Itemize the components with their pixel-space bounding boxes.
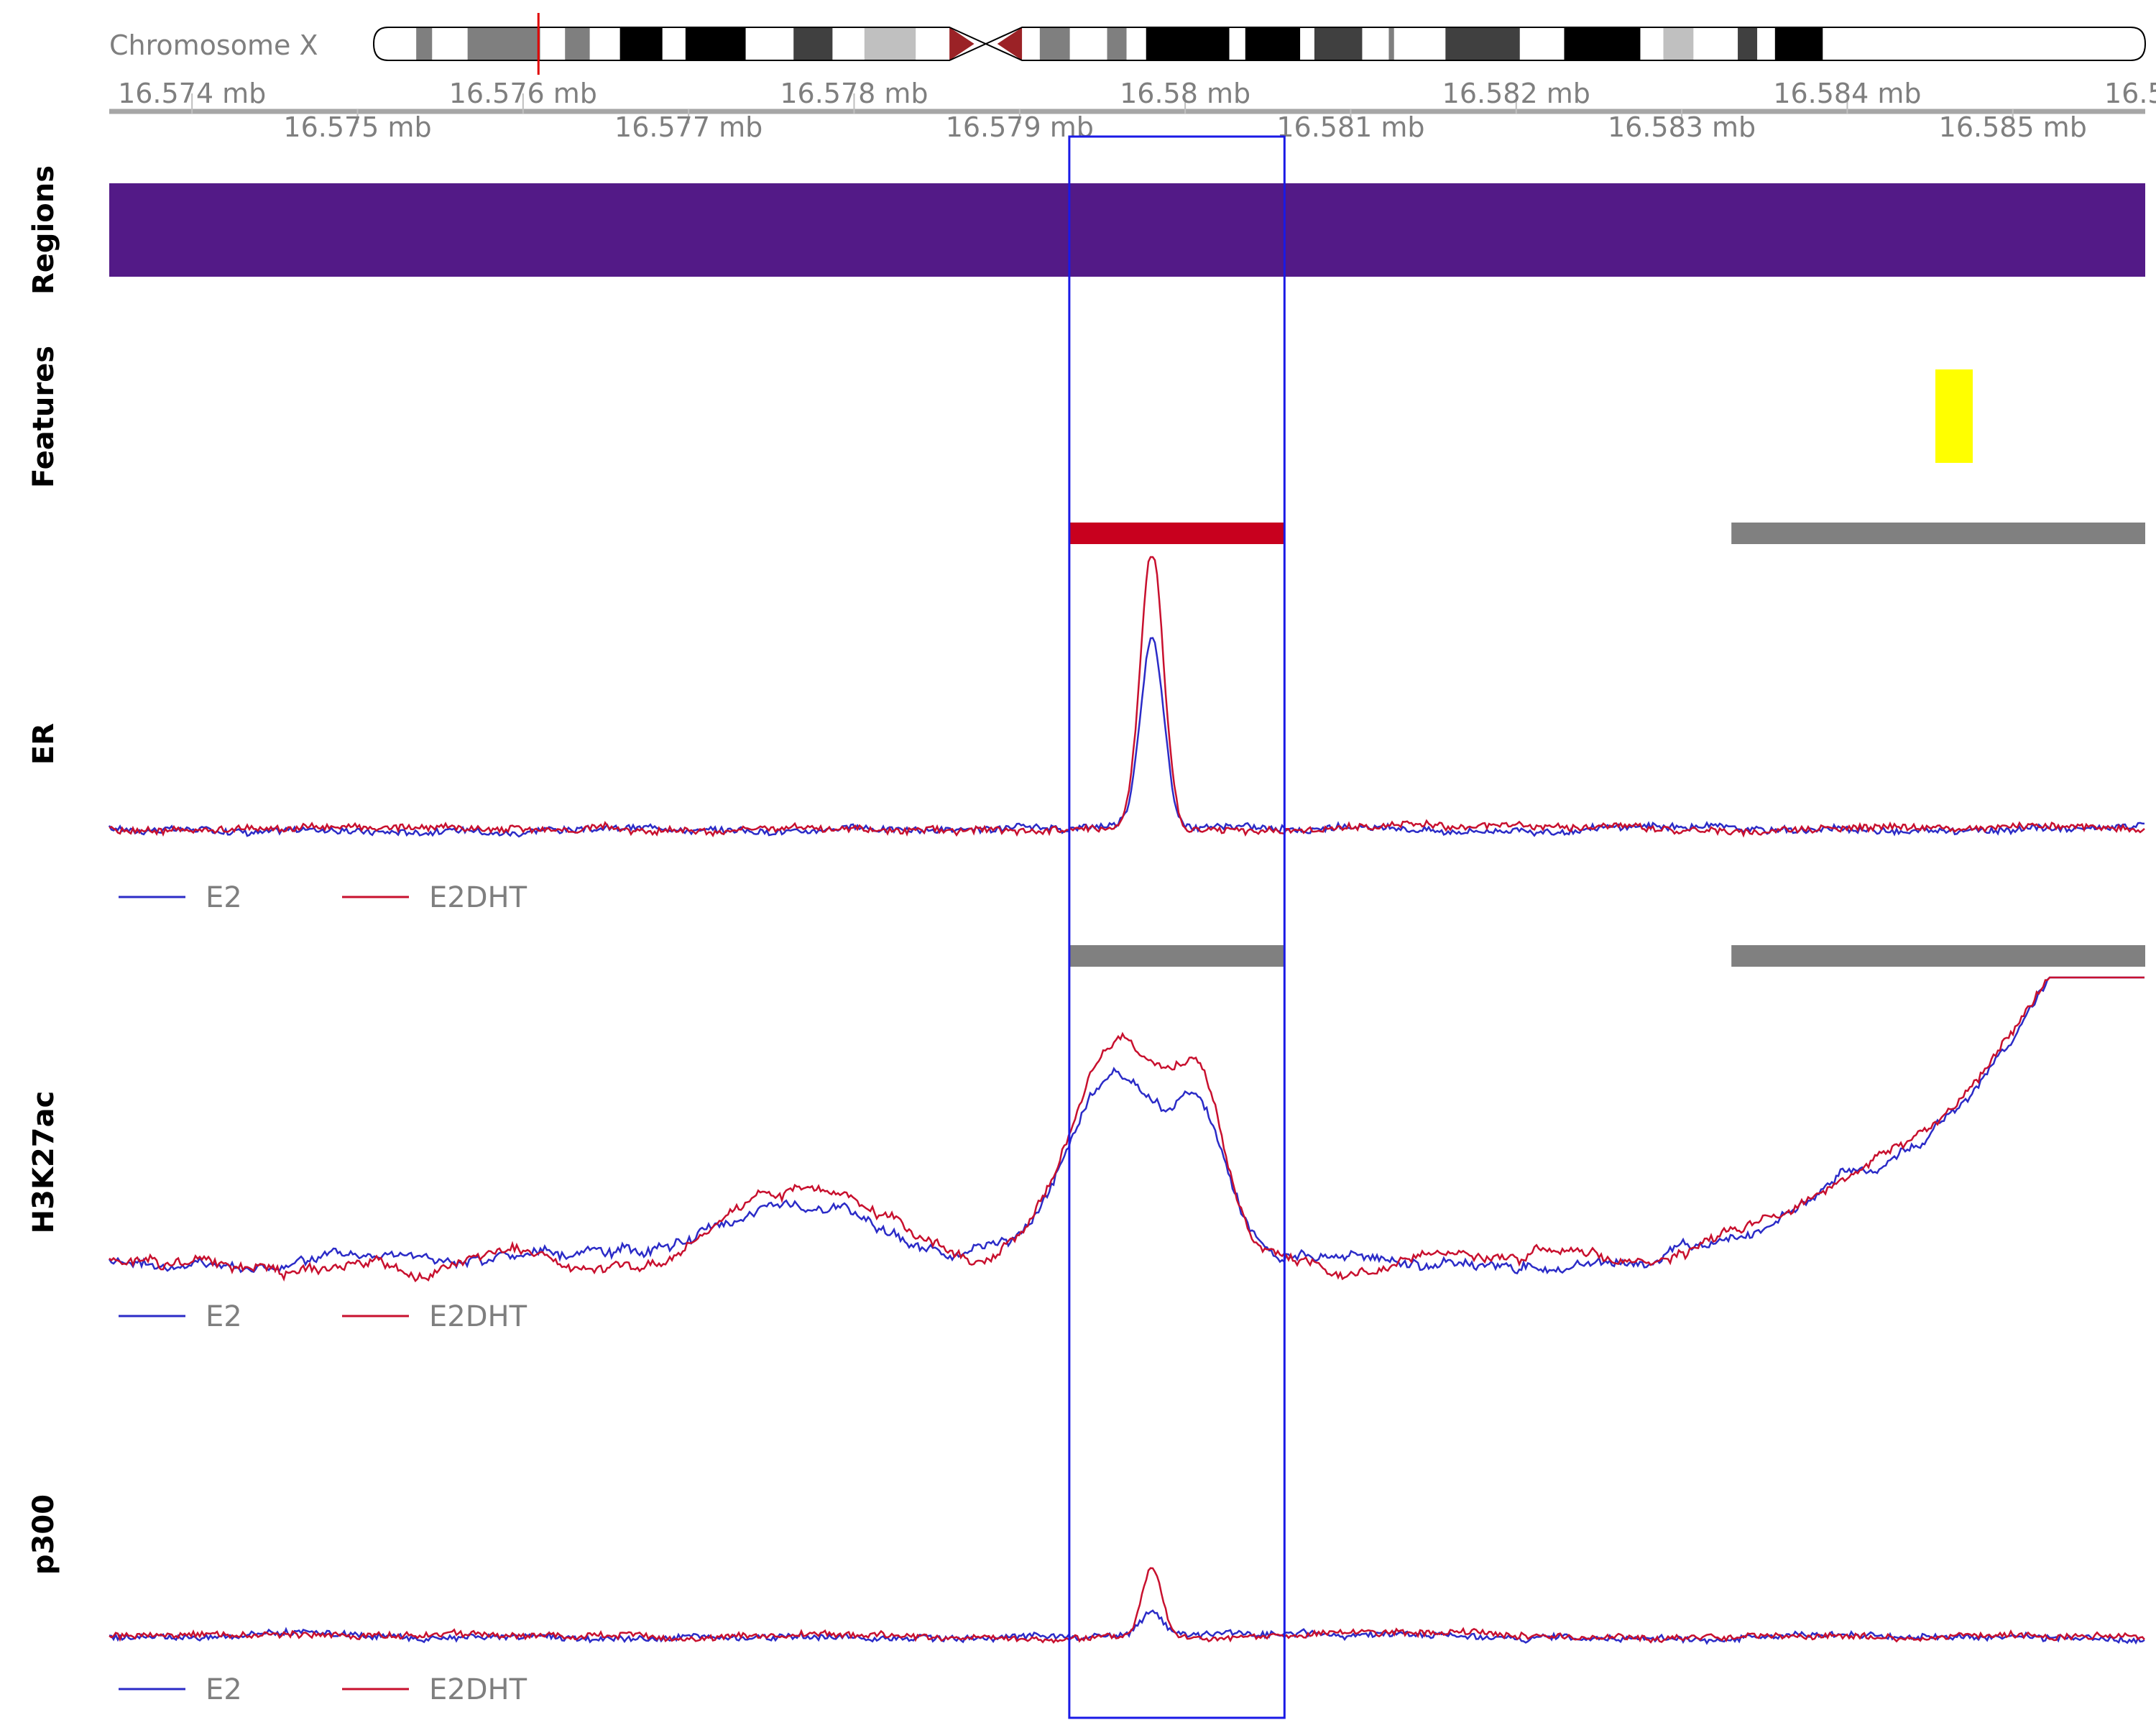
feature-interval — [1731, 523, 2145, 544]
ideogram-band — [1393, 27, 1446, 60]
legend-er: E2 E2DHT — [119, 881, 528, 914]
ideogram-band — [1362, 27, 1389, 60]
coverage-line-p300-e2 — [109, 1609, 2145, 1645]
track-annotation-bar — [1069, 945, 1285, 967]
ideogram-band — [1314, 27, 1363, 60]
axis-tick-label: 16.581 mb — [1276, 111, 1424, 143]
axis-tick-label: 16.586 mb — [2104, 78, 2156, 109]
chromosome-label: Chromosome X — [109, 29, 318, 61]
legend-h3k27ac: E2 E2DHT — [119, 1300, 528, 1333]
coverage-line-h3k27ac-e2 — [108, 976, 2145, 1275]
ideogram-band — [685, 27, 746, 60]
coverage-line-er-e2 — [108, 637, 2145, 838]
regions-track — [109, 183, 2145, 277]
ideogram-band — [1823, 27, 2145, 60]
coverage-line-er-e2dht — [109, 556, 2145, 838]
ideogram-band — [1564, 27, 1641, 60]
axis-tick-label: 16.585 mb — [1939, 111, 2087, 143]
axis-tick-label: 16.577 mb — [614, 111, 763, 143]
track-title-regions: Regions — [27, 165, 60, 295]
legend-p300: E2 E2DHT — [119, 1673, 528, 1706]
genome-axis: 16.574 mb 16.576 mb 16.578 mb 16.58 mb 16.58… — [109, 78, 2156, 143]
ideogram-band — [565, 27, 590, 60]
coverage-line-p300-e2dht — [109, 1567, 2145, 1644]
feature-interval — [1935, 369, 1973, 463]
track-title-p300: p300 — [27, 1494, 60, 1575]
ideogram-band — [1107, 27, 1127, 60]
region-interval — [109, 183, 2145, 277]
ideogram-band — [1519, 27, 1565, 60]
ideogram-band — [1738, 27, 1758, 60]
coverage-tracks — [108, 556, 2145, 1645]
ideogram-band — [1640, 27, 1664, 60]
ideogram-band — [1388, 27, 1394, 60]
ideogram-band — [619, 27, 663, 60]
ideogram-band — [832, 27, 865, 60]
ideogram-band — [467, 27, 540, 60]
ideogram-band — [1757, 27, 1775, 60]
ideogram-band — [864, 27, 916, 60]
legend-label-e2: E2 — [206, 881, 242, 914]
coverage-line-h3k27ac-e2dht — [109, 976, 2145, 1283]
ideogram-band — [1663, 27, 1694, 60]
axis-tick-label: 16.579 mb — [946, 111, 1094, 143]
legend-label-e2dht: E2DHT — [429, 1300, 528, 1333]
ideogram-band — [1022, 27, 1040, 60]
genome-browser-figure: Chromosome X 16.574 mb 16.576 mb 16.578 mb… — [27, 13, 2156, 1719]
ideogram-band — [1146, 27, 1230, 60]
ideogram-band — [432, 27, 468, 60]
feature-interval — [1069, 523, 1285, 544]
ideogram-band — [662, 27, 686, 60]
axis-tick-label: 16.578 mb — [780, 78, 928, 109]
legend-label-e2dht: E2DHT — [429, 1673, 528, 1706]
ideogram-band — [1126, 27, 1146, 60]
track-title-features: Features — [27, 346, 60, 488]
axis-tick-label: 16.583 mb — [1608, 111, 1756, 143]
highlight-region-box — [1068, 135, 1286, 1719]
ideogram-band — [1445, 27, 1520, 60]
ideogram-band — [416, 27, 433, 60]
legend-label-e2: E2 — [206, 1300, 242, 1333]
legend-label-e2dht: E2DHT — [429, 881, 528, 914]
ideogram-band — [793, 27, 833, 60]
ideogram-band — [1039, 27, 1070, 60]
ideogram-band — [1069, 27, 1107, 60]
ideogram-band — [1245, 27, 1301, 60]
ideogram-band — [589, 27, 620, 60]
axis-tick-label: 16.574 mb — [118, 78, 266, 109]
legend-label-e2: E2 — [206, 1673, 242, 1706]
ideogram-band — [1693, 27, 1738, 60]
chromosome-ideogram — [372, 13, 2147, 75]
ideogram-band — [1774, 27, 1823, 60]
axis-tick-label: 16.584 mb — [1773, 78, 1921, 109]
ideogram-band — [1300, 27, 1314, 60]
axis-tick-label: 16.576 mb — [449, 78, 597, 109]
ideogram-band — [916, 27, 950, 60]
features-track — [1069, 369, 2145, 544]
axis-tick-label: 16.575 mb — [283, 111, 431, 143]
track-title-h3k27ac: H3K27ac — [27, 1091, 60, 1234]
ideogram-band — [745, 27, 794, 60]
track-annotation-bar — [1731, 945, 2145, 967]
axis-tick-label: 16.58 mb — [1120, 78, 1250, 109]
ideogram-band — [540, 27, 566, 60]
ideogram-band — [1229, 27, 1245, 60]
ideogram-band — [374, 27, 417, 60]
axis-tick-label: 16.582 mb — [1442, 78, 1590, 109]
track-title-er: ER — [27, 723, 60, 765]
